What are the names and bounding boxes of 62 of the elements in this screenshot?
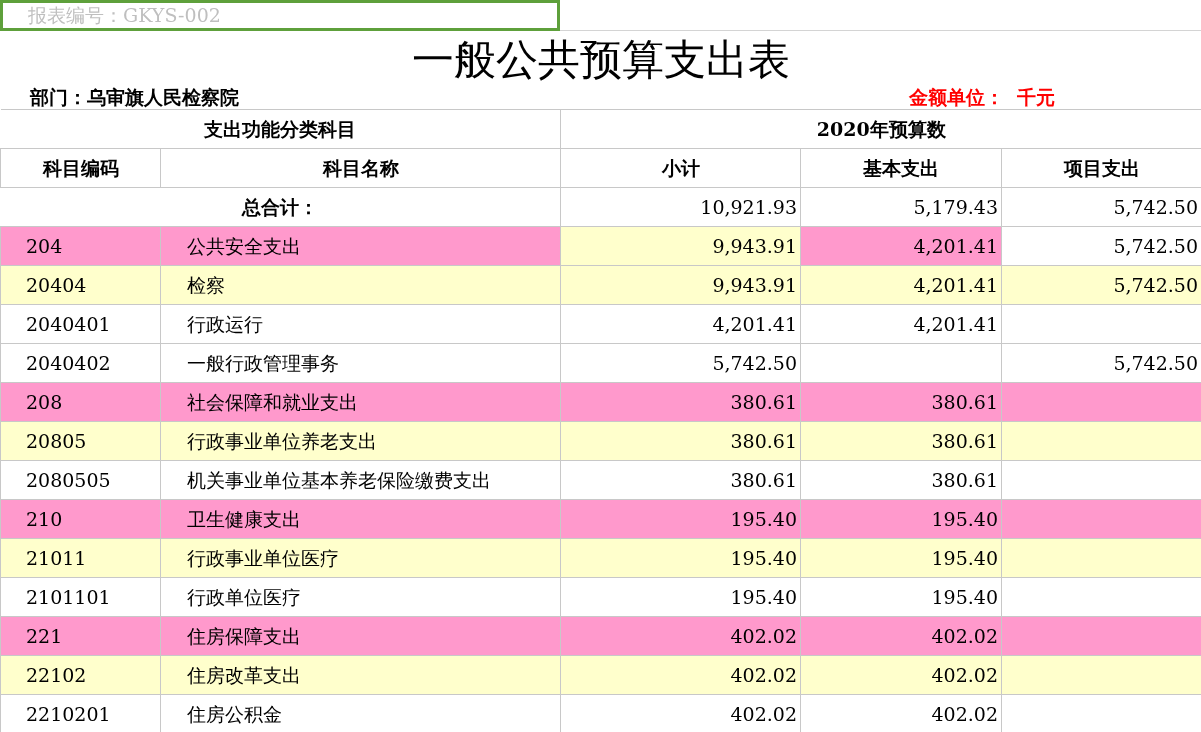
table-cell: 9,943.91 — [560, 226, 801, 266]
table-cell: 402.02 — [800, 616, 1002, 656]
table-cell: 2210201 — [0, 694, 161, 732]
table-cell: 5,742.50 — [1001, 265, 1201, 305]
table-cell: 380.61 — [800, 460, 1002, 500]
table-cell: 机关事业单位基本养老保险缴费支出 — [160, 460, 561, 500]
table-cell: 402.02 — [560, 655, 801, 695]
column-header: 基本支出 — [800, 148, 1002, 188]
table-cell: 5,179.43 — [800, 187, 1002, 227]
table-cell: 402.02 — [560, 616, 801, 656]
table-cell: 380.61 — [800, 421, 1002, 461]
header-cell: 2020年预算数 — [560, 109, 1201, 149]
table-cell: 4,201.41 — [800, 304, 1002, 344]
table-cell: 2040402 — [0, 343, 161, 383]
table-cell: 9,943.91 — [560, 265, 801, 305]
table-cell: 住房保障支出 — [160, 616, 561, 656]
column-header: 小计 — [560, 148, 801, 188]
table-cell: 195.40 — [800, 538, 1002, 578]
table-cell: 208 — [0, 382, 161, 422]
table-cell: 行政运行 — [160, 304, 561, 344]
table-cell: 4,201.41 — [800, 226, 1002, 266]
table-cell: 检察 — [160, 265, 561, 305]
table-cell: 行政单位医疗 — [160, 577, 561, 617]
table-cell: 380.61 — [560, 460, 801, 500]
table-cell: 一般行政管理事务 — [160, 343, 561, 383]
report-title: 一般公共预算支出表 — [411, 38, 790, 81]
table-cell: 195.40 — [560, 577, 801, 617]
table-cell: 2101101 — [0, 577, 161, 617]
report-number-cell[interactable]: 报表编号：GKYS-002 — [0, 0, 560, 31]
column-header: 科目编码 — [0, 148, 161, 188]
table-cell: 4,201.41 — [800, 265, 1002, 305]
table-cell: 21011 — [0, 538, 161, 578]
table-cell: 204 — [0, 226, 161, 266]
table-cell: 195.40 — [800, 499, 1002, 539]
table-cell: 住房改革支出 — [160, 655, 561, 695]
department-label: 部门：乌审旗人民检察院 — [29, 86, 239, 108]
table-cell: 行政事业单位养老支出 — [160, 421, 561, 461]
column-header: 科目名称 — [160, 148, 561, 188]
table-cell: 行政事业单位医疗 — [160, 538, 561, 578]
header-cell: 支出功能分类科目 — [0, 109, 561, 149]
total-label-cell: 总合计： — [0, 187, 561, 227]
table-cell: 195.40 — [560, 538, 801, 578]
table-cell: 公共安全支出 — [160, 226, 561, 266]
table-cell: 10,921.93 — [560, 187, 801, 227]
table-cell: 380.61 — [800, 382, 1002, 422]
table-cell: 195.40 — [800, 577, 1002, 617]
table-cell: 卫生健康支出 — [160, 499, 561, 539]
table-cell: 4,201.41 — [560, 304, 801, 344]
table-cell: 社会保障和就业支出 — [160, 382, 561, 422]
table-cell: 221 — [0, 616, 161, 656]
table-cell: 5,742.50 — [560, 343, 801, 383]
table-cell: 380.61 — [560, 382, 801, 422]
table-cell: 20404 — [0, 265, 161, 305]
amount-unit-label: 金额单位： 千元 — [908, 86, 1056, 108]
table-cell: 402.02 — [800, 655, 1002, 695]
table-cell: 2040401 — [0, 304, 161, 344]
table-cell: 380.61 — [560, 421, 801, 461]
table-cell: 2080505 — [0, 460, 161, 500]
table-cell: 22102 — [0, 655, 161, 695]
table-cell: 195.40 — [560, 499, 801, 539]
table-cell: 210 — [0, 499, 161, 539]
table-cell: 20805 — [0, 421, 161, 461]
